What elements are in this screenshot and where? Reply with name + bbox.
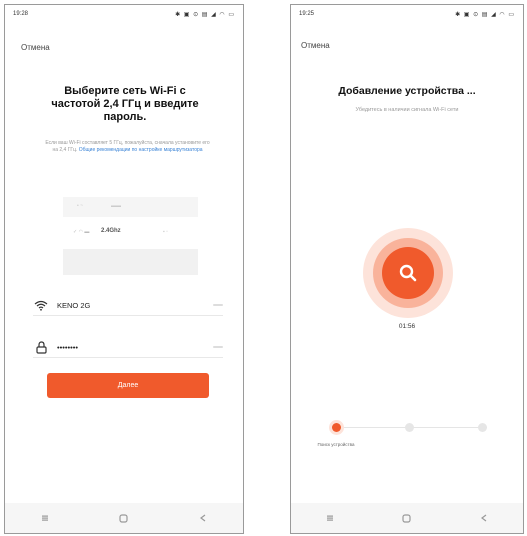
status-bar: 19:28 ✱ ▣ ⊙ ▤ ◢ ◠ ▭ — [5, 5, 243, 23]
illustration-row: • ~ ▬▬ — [63, 197, 198, 217]
wifi-icon — [33, 298, 49, 312]
home-icon[interactable] — [402, 513, 412, 523]
step-active-dot — [331, 423, 341, 432]
cancel-button[interactable]: Отмена — [21, 43, 50, 52]
cancel-button[interactable]: Отмена — [301, 41, 330, 50]
step-label: Поиск устройства — [317, 442, 355, 447]
adding-device-screen: 19:25 ✱ ▣ ⊙ ▤ ◢ ◠ ▭ Отмена Добавление ус… — [290, 4, 524, 534]
status-time: 19:28 — [13, 11, 29, 17]
status-icons: ✱ ▣ ⊙ ▤ ◢ ◠ ▭ — [455, 11, 515, 18]
page-subtitle: Убедитесь в наличии сигнала Wi-Fi сети — [355, 107, 459, 113]
step-register-device — [384, 415, 434, 442]
wifi-network-value: KENO 2G — [57, 300, 91, 310]
search-icon — [398, 263, 418, 283]
back-icon[interactable] — [198, 513, 208, 523]
router-guide-link[interactable]: Общие рекомендации по настройке маршрути… — [79, 147, 203, 153]
status-icons: ✱ ▣ ⊙ ▤ ◢ ◠ ▭ — [175, 11, 235, 18]
lock-icon — [33, 340, 49, 354]
system-nav-bar — [291, 503, 523, 533]
faded-dot-icon: • ~ — [77, 203, 84, 209]
next-button[interactable]: Далее — [47, 373, 209, 398]
step-initialize-device — [457, 415, 507, 442]
menu-icon[interactable] — [325, 513, 335, 523]
faded-text-block: ▬▬ — [111, 203, 121, 209]
check-wifi-icon: ✓ ◠ ▬ — [73, 229, 90, 235]
step-search-device: Поиск устройства — [311, 415, 361, 448]
illustration-row — [63, 249, 198, 275]
system-nav-bar — [5, 503, 243, 533]
page-title: Добавление устройства ... — [338, 85, 476, 97]
menu-icon[interactable] — [40, 513, 50, 523]
wifi-setup-screen: 19:28 ✱ ▣ ⊙ ▤ ◢ ◠ ▭ Отмена Выберите сеть… — [4, 4, 244, 534]
wifi-password-value: •••••••• — [57, 342, 79, 352]
status-time: 19:25 — [299, 11, 315, 17]
band-label: 2.4Ghz — [101, 228, 121, 234]
illustration-row: ✓ ◠ ▬ 2.4Ghz ▪ ▫ — [63, 223, 198, 243]
show-password-icon[interactable] — [213, 346, 223, 348]
status-bar: 19:25 ✱ ▣ ⊙ ▤ ◢ ◠ ▭ — [291, 5, 523, 23]
faded-lock-icon: ▪ ▫ — [163, 229, 168, 235]
step-inactive-dot — [477, 423, 487, 432]
home-icon[interactable] — [119, 513, 129, 523]
progress-steps: Поиск устройства — [311, 415, 507, 475]
wifi-password-field[interactable]: •••••••• — [33, 337, 223, 358]
frequency-hint: Если ваш Wi-Fi составляет 5 ГГц, пожалуй… — [45, 140, 210, 154]
swap-network-icon[interactable] — [213, 304, 223, 306]
step-inactive-dot — [404, 423, 414, 432]
page-title: Выберите сеть Wi-Fi с частотой 2,4 ГГц и… — [51, 85, 199, 123]
search-pulse-indicator — [362, 227, 454, 319]
wifi-network-field[interactable]: KENO 2G — [33, 295, 223, 316]
wifi-band-illustration: • ~ ▬▬ ✓ ◠ ▬ 2.4Ghz ▪ ▫ — [63, 197, 198, 277]
back-icon[interactable] — [479, 513, 489, 523]
countdown-timer: 01:56 — [398, 323, 416, 330]
